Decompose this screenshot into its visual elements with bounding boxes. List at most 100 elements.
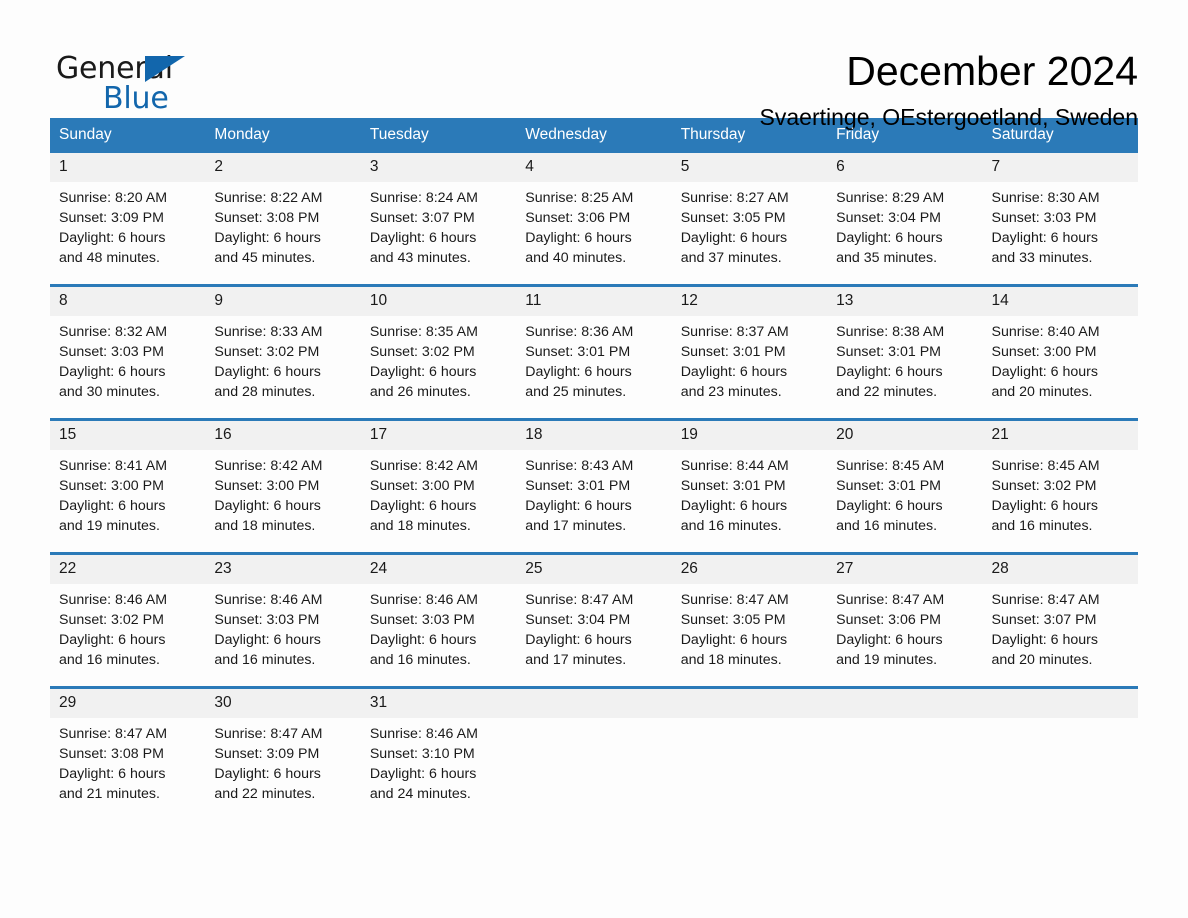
daylight-text-line2: and 19 minutes.	[836, 652, 938, 668]
day-details: Sunrise: 8:27 AM Sunset: 3:05 PM Daylight:…	[672, 182, 827, 268]
calendar-day-cell[interactable]: 25 Sunrise: 8:47 AM Sunset: 3:04 PM Dayligh…	[516, 552, 672, 688]
day-details: Sunrise: 8:46 AM Sunset: 3:02 PM Daylight:…	[50, 584, 205, 670]
calendar-day-cell[interactable]: 13 Sunrise: 8:38 AM Sunset: 3:01 PM Dayligh…	[827, 284, 983, 420]
sunset-text: Sunset: 3:03 PM	[369, 612, 475, 628]
daylight-text-line1: Daylight: 6 hours	[991, 498, 1098, 514]
day-number: 2	[205, 153, 361, 182]
daylight-text-line2: and 20 minutes.	[991, 384, 1093, 400]
calendar-day-cell[interactable]: 15 Sunrise: 8:41 AM Sunset: 3:00 PM Dayligh…	[50, 418, 206, 554]
calendar-day-cell[interactable]: 9 Sunrise: 8:33 AM Sunset: 3:02 PM Daylight…	[205, 284, 361, 420]
day-details: Sunrise: 8:44 AM Sunset: 3:01 PM Daylight:…	[672, 450, 827, 536]
calendar-day-cell[interactable]: 14 Sunrise: 8:40 AM Sunset: 3:00 PM Dayligh…	[982, 284, 1138, 420]
daylight-text-line1: Daylight: 6 hours	[369, 364, 477, 380]
calendar-day-cell[interactable]: 31 Sunrise: 8:46 AM Sunset: 3:10 PM Dayligh…	[360, 686, 517, 820]
calendar-day-cell[interactable]: 18 Sunrise: 8:43 AM Sunset: 3:01 PM Dayligh…	[516, 418, 672, 554]
daylight-text-line1: Daylight: 6 hours	[525, 230, 632, 246]
title-block: December 2024 Svaertinge, OEstergoetland…	[200, 46, 1138, 132]
sunrise-text: Sunrise: 8:37 AM	[680, 324, 789, 340]
daylight-text-line1: Daylight: 6 hours	[369, 230, 477, 246]
sunset-text: Sunset: 3:00 PM	[59, 478, 164, 494]
daylight-text-line1: Daylight: 6 hours	[836, 498, 943, 514]
day-number: 9	[205, 287, 361, 316]
day-number: 19	[671, 421, 828, 450]
sunset-text: Sunset: 3:01 PM	[525, 344, 631, 360]
calendar-day-cell[interactable]: 21 Sunrise: 8:45 AM Sunset: 3:02 PM Dayligh…	[982, 418, 1138, 554]
day-cell-content: 7 Sunrise: 8:30 AM Sunset: 3:03 PM Daylight…	[982, 153, 1138, 284]
day-cell-content: 14 Sunrise: 8:40 AM Sunset: 3:00 PM Dayligh…	[982, 287, 1138, 418]
calendar-day-cell[interactable]: 29 Sunrise: 8:47 AM Sunset: 3:08 PM Dayligh…	[50, 686, 206, 820]
sunset-text: Sunset: 3:06 PM	[525, 210, 631, 226]
daylight-text-line2: and 35 minutes.	[836, 250, 938, 266]
calendar-day-cell[interactable]: 1 Sunrise: 8:20 AM Sunset: 3:09 PM Daylight…	[50, 153, 206, 286]
day-details: Sunrise: 8:47 AM Sunset: 3:05 PM Daylight:…	[672, 584, 827, 670]
day-number	[827, 689, 983, 718]
calendar-page: General Blue December 2024 Svaertinge, O…	[0, 0, 1188, 918]
day-number: 23	[205, 555, 361, 584]
calendar-day-cell[interactable]	[671, 686, 828, 820]
day-number: 21	[982, 421, 1138, 450]
calendar-day-cell[interactable]: 16 Sunrise: 8:42 AM Sunset: 3:00 PM Dayligh…	[205, 418, 361, 554]
daylight-text-line2: and 28 minutes.	[214, 384, 316, 400]
daylight-text-line2: and 22 minutes.	[214, 786, 316, 802]
daylight-text-line1: Daylight: 6 hours	[214, 230, 321, 246]
day-cell-content: 30 Sunrise: 8:47 AM Sunset: 3:09 PM Dayligh…	[205, 689, 361, 820]
calendar-day-cell[interactable]: 26 Sunrise: 8:47 AM Sunset: 3:05 PM Dayligh…	[671, 552, 828, 688]
day-cell-content: 18 Sunrise: 8:43 AM Sunset: 3:01 PM Dayligh…	[516, 421, 672, 552]
general-blue-logo[interactable]: General Blue	[50, 46, 200, 118]
calendar-day-cell[interactable]: 23 Sunrise: 8:46 AM Sunset: 3:03 PM Dayligh…	[205, 552, 361, 688]
sunset-text: Sunset: 3:02 PM	[59, 612, 164, 628]
day-cell-content: 26 Sunrise: 8:47 AM Sunset: 3:05 PM Dayligh…	[671, 555, 828, 686]
sunset-text: Sunset: 3:01 PM	[836, 478, 941, 494]
day-details: Sunrise: 8:30 AM Sunset: 3:03 PM Daylight:…	[983, 182, 1138, 268]
calendar-day-cell[interactable]: 7 Sunrise: 8:30 AM Sunset: 3:03 PM Daylight…	[982, 153, 1138, 286]
daylight-text-line2: and 19 minutes.	[59, 518, 160, 534]
daylight-text-line2: and 18 minutes.	[214, 518, 316, 534]
sunrise-text: Sunrise: 8:36 AM	[525, 324, 634, 340]
day-cell-content: 2 Sunrise: 8:22 AM Sunset: 3:08 PM Daylight…	[205, 153, 361, 284]
day-number: 4	[516, 153, 672, 182]
calendar-day-cell[interactable]: 3 Sunrise: 8:24 AM Sunset: 3:07 PM Daylight…	[360, 153, 517, 286]
calendar-day-cell[interactable]: 19 Sunrise: 8:44 AM Sunset: 3:01 PM Dayligh…	[671, 418, 828, 554]
calendar-day-cell[interactable]	[827, 686, 983, 820]
sunrise-text: Sunrise: 8:45 AM	[991, 458, 1100, 474]
daylight-text-line1: Daylight: 6 hours	[214, 498, 321, 514]
day-details: Sunrise: 8:22 AM Sunset: 3:08 PM Daylight:…	[205, 182, 360, 268]
day-cell-content: 21 Sunrise: 8:45 AM Sunset: 3:02 PM Dayligh…	[982, 421, 1138, 552]
calendar-day-cell[interactable]	[516, 686, 672, 820]
daylight-text-line2: and 16 minutes.	[214, 652, 316, 668]
day-details: Sunrise: 8:47 AM Sunset: 3:08 PM Daylight:…	[50, 718, 205, 804]
daylight-text-line1: Daylight: 6 hours	[214, 766, 321, 782]
triangle-flag-icon	[145, 56, 185, 82]
calendar-week-row: 8 Sunrise: 8:32 AM Sunset: 3:03 PM Daylight…	[50, 284, 1138, 420]
calendar-day-cell[interactable]: 4 Sunrise: 8:25 AM Sunset: 3:06 PM Daylight…	[516, 153, 672, 286]
day-cell-content: 22 Sunrise: 8:46 AM Sunset: 3:02 PM Dayligh…	[50, 555, 206, 686]
calendar-day-cell[interactable]: 8 Sunrise: 8:32 AM Sunset: 3:03 PM Daylight…	[50, 284, 206, 420]
daylight-text-line2: and 17 minutes.	[525, 518, 627, 534]
calendar-day-cell[interactable]	[982, 686, 1138, 820]
sunrise-text: Sunrise: 8:27 AM	[680, 190, 789, 206]
daylight-text-line1: Daylight: 6 hours	[991, 230, 1098, 246]
daylight-text-line1: Daylight: 6 hours	[680, 632, 788, 648]
daylight-text-line2: and 48 minutes.	[59, 250, 160, 266]
calendar-day-cell[interactable]: 27 Sunrise: 8:47 AM Sunset: 3:06 PM Dayligh…	[827, 552, 983, 688]
daylight-text-line2: and 33 minutes.	[991, 250, 1093, 266]
calendar-day-cell[interactable]: 12 Sunrise: 8:37 AM Sunset: 3:01 PM Dayligh…	[671, 284, 828, 420]
calendar-day-cell[interactable]: 30 Sunrise: 8:47 AM Sunset: 3:09 PM Dayligh…	[205, 686, 361, 820]
sunrise-text: Sunrise: 8:22 AM	[214, 190, 323, 206]
calendar-day-cell[interactable]: 24 Sunrise: 8:46 AM Sunset: 3:03 PM Dayligh…	[360, 552, 517, 688]
calendar-day-cell[interactable]: 20 Sunrise: 8:45 AM Sunset: 3:01 PM Dayligh…	[827, 418, 983, 554]
day-cell-content	[516, 689, 672, 820]
calendar-day-cell[interactable]: 2 Sunrise: 8:22 AM Sunset: 3:08 PM Daylight…	[205, 153, 361, 286]
day-details: Sunrise: 8:20 AM Sunset: 3:09 PM Daylight:…	[50, 182, 205, 268]
daylight-text-line2: and 30 minutes.	[59, 384, 160, 400]
daylight-text-line1: Daylight: 6 hours	[59, 632, 166, 648]
calendar-day-cell[interactable]: 10 Sunrise: 8:35 AM Sunset: 3:02 PM Dayligh…	[360, 284, 517, 420]
calendar-day-cell[interactable]: 5 Sunrise: 8:27 AM Sunset: 3:05 PM Daylight…	[671, 153, 828, 286]
calendar-day-cell[interactable]: 17 Sunrise: 8:42 AM Sunset: 3:00 PM Dayligh…	[360, 418, 517, 554]
calendar-day-cell[interactable]: 6 Sunrise: 8:29 AM Sunset: 3:04 PM Daylight…	[827, 153, 983, 286]
calendar-day-cell[interactable]: 28 Sunrise: 8:47 AM Sunset: 3:07 PM Dayligh…	[982, 552, 1138, 688]
sunrise-text: Sunrise: 8:38 AM	[836, 324, 945, 340]
calendar-day-cell[interactable]: 22 Sunrise: 8:46 AM Sunset: 3:02 PM Dayligh…	[50, 552, 206, 688]
calendar-day-cell[interactable]: 11 Sunrise: 8:36 AM Sunset: 3:01 PM Dayligh…	[516, 284, 672, 420]
day-number: 5	[671, 153, 828, 182]
